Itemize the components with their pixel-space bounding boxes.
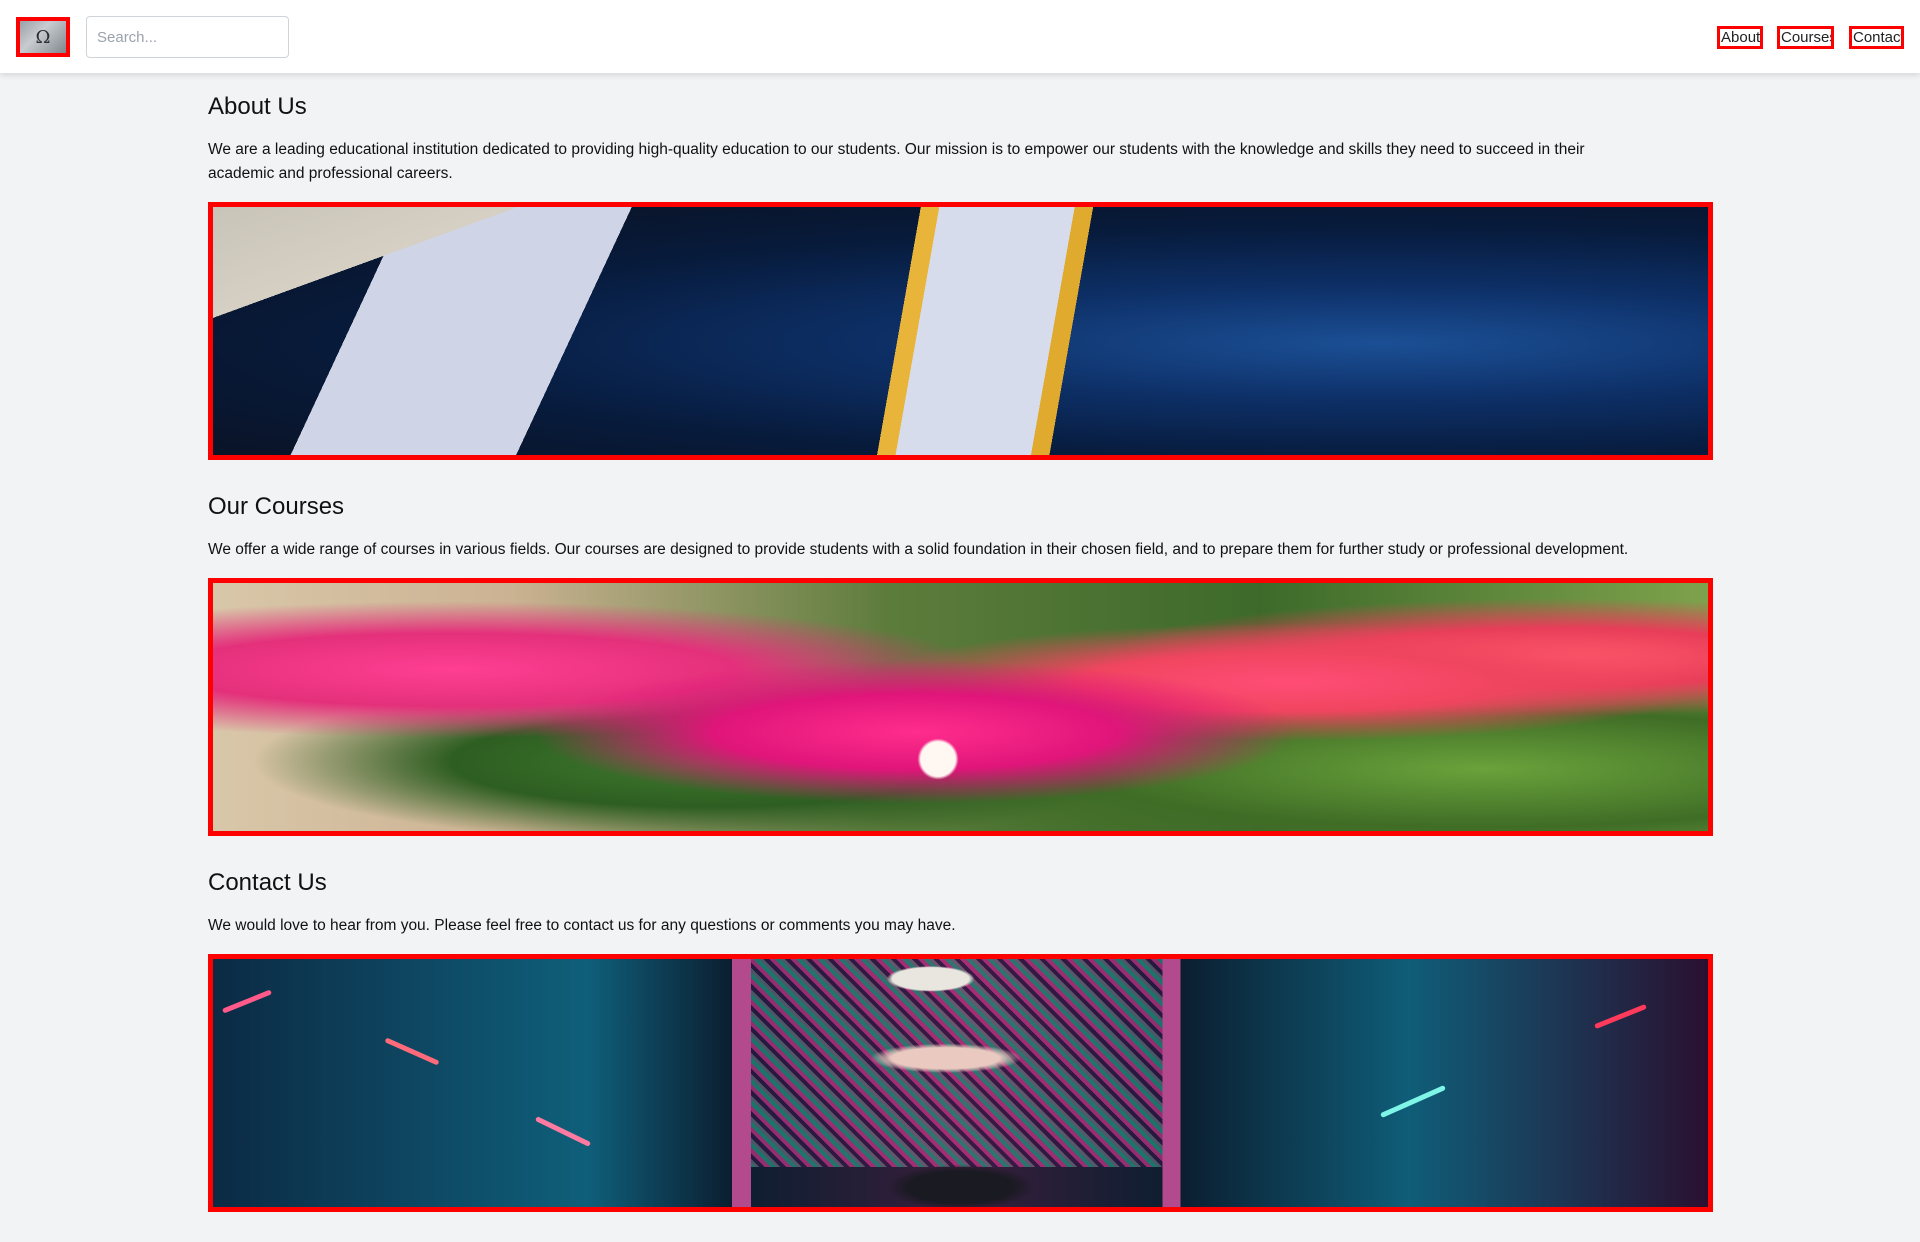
- nav-link-contact[interactable]: Contact: [1849, 26, 1904, 49]
- contact-section: Contact Us We would love to hear from yo…: [208, 868, 1713, 938]
- nav-link-courses[interactable]: Courses: [1777, 26, 1834, 49]
- search-input[interactable]: [86, 16, 289, 58]
- stage-light-cyan: [1380, 1084, 1446, 1119]
- logo-image[interactable]: Ω: [16, 17, 70, 57]
- stage-light-pink: [221, 989, 273, 1014]
- contact-heading: Contact Us: [208, 869, 327, 896]
- logo-emblem-icon: Ω: [35, 26, 51, 48]
- contact-image[interactable]: [208, 954, 1713, 1212]
- courses-heading: Our Courses: [208, 493, 345, 520]
- courses-image[interactable]: [208, 578, 1713, 836]
- about-heading: About Us: [208, 93, 307, 120]
- stage-light-pink: [384, 1037, 440, 1066]
- about-text: We are a leading educational institution…: [208, 141, 1585, 182]
- courses-section: Our Courses We offer a wide range of cou…: [208, 492, 1713, 562]
- about-image[interactable]: [208, 202, 1713, 460]
- about-section: About Us We are a leading educational in…: [208, 92, 1713, 185]
- contact-text: We would love to hear from you. Please f…: [208, 917, 956, 934]
- nav-link-about[interactable]: About: [1717, 26, 1763, 49]
- stage-light-pink: [534, 1116, 592, 1147]
- top-navbar: Ω About Courses Contact: [0, 0, 1920, 73]
- stage-light-red: [1594, 1003, 1647, 1030]
- courses-text: We offer a wide range of courses in vari…: [208, 541, 1629, 558]
